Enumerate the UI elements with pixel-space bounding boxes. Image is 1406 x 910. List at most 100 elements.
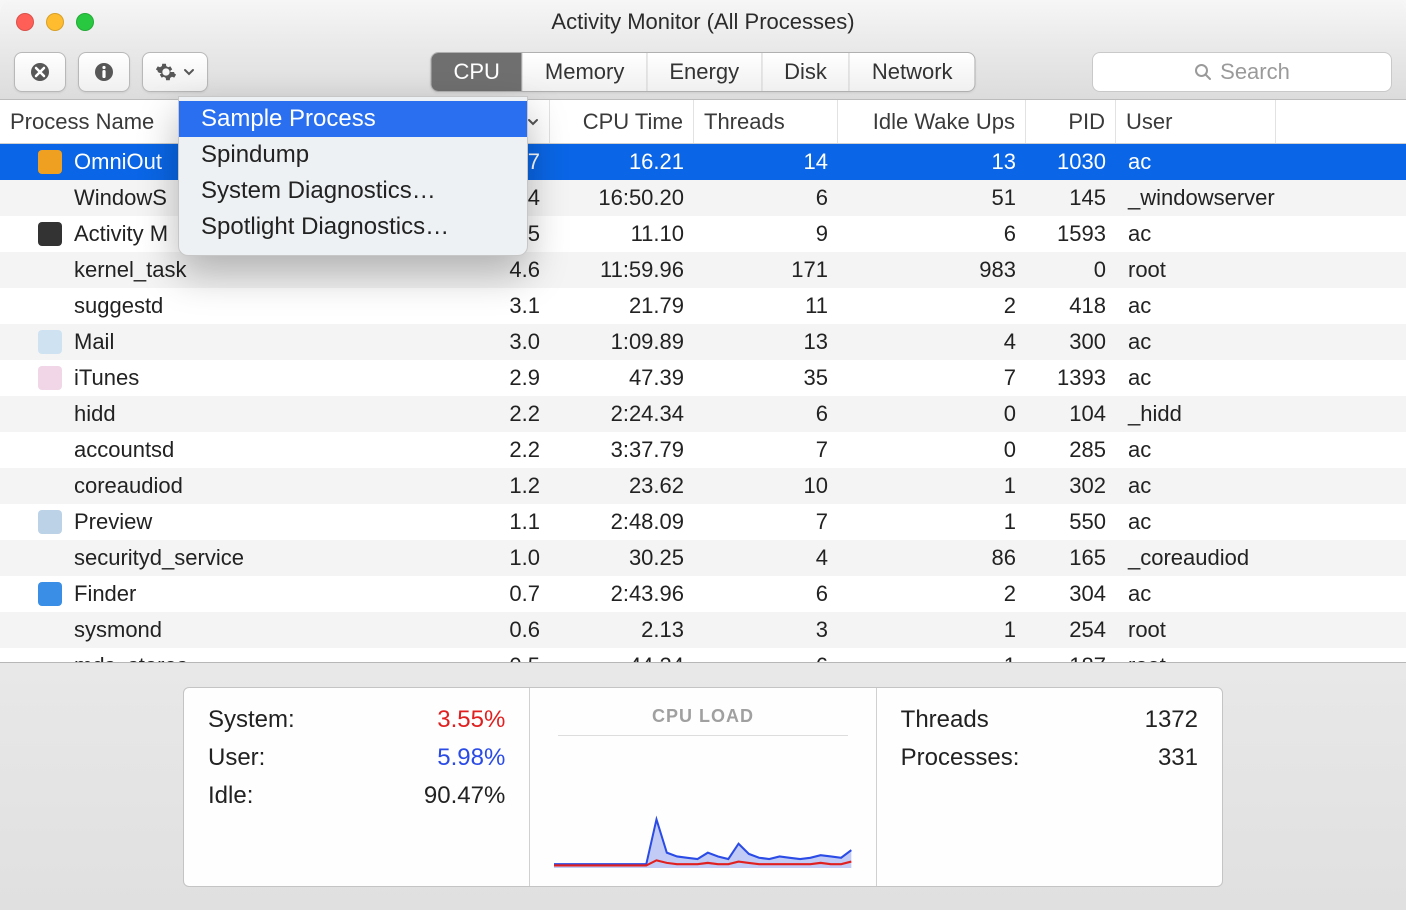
cpu-load-chart <box>554 740 851 868</box>
process-idle-wake-ups: 983 <box>838 257 1026 283</box>
app-icon <box>36 508 64 536</box>
column-user[interactable]: User <box>1116 100 1276 143</box>
chevron-down-icon <box>183 66 195 78</box>
process-user: _windowserver <box>1116 185 1276 211</box>
process-name: suggestd <box>74 293 163 319</box>
table-row[interactable]: coreaudiod1.223.62101302ac <box>0 468 1406 504</box>
search-icon <box>1194 63 1212 81</box>
process-cpu-time: 1:09.89 <box>550 329 694 355</box>
process-name: kernel_task <box>74 257 187 283</box>
process-idle-wake-ups: 6 <box>838 221 1026 247</box>
process-pid: 285 <box>1026 437 1116 463</box>
system-label: System: <box>208 706 375 734</box>
process-threads: 6 <box>694 185 838 211</box>
app-icon <box>36 616 64 644</box>
table-row[interactable]: hidd2.22:24.3460104_hidd <box>0 396 1406 432</box>
process-user: ac <box>1116 437 1276 463</box>
process-cpu-time: 2:24.34 <box>550 401 694 427</box>
process-pid: 0 <box>1026 257 1116 283</box>
gear-menu-button[interactable] <box>142 52 208 92</box>
process-cpu: 4.6 <box>432 257 550 283</box>
process-idle-wake-ups: 7 <box>838 365 1026 391</box>
process-cpu: 0.6 <box>432 617 550 643</box>
idle-label: Idle: <box>208 782 375 810</box>
threads-value: 1372 <box>1068 706 1198 734</box>
process-cpu: 2.9 <box>432 365 550 391</box>
menu-item[interactable]: Sample Process <box>179 101 527 137</box>
process-pid: 300 <box>1026 329 1116 355</box>
process-name: OmniOut <box>74 149 162 175</box>
process-idle-wake-ups: 1 <box>838 473 1026 499</box>
sort-indicator-icon <box>527 116 539 128</box>
process-name: hidd <box>74 401 116 427</box>
process-pid: 1393 <box>1026 365 1116 391</box>
app-icon <box>36 436 64 464</box>
tab-energy[interactable]: Energy <box>647 53 762 91</box>
app-icon <box>36 148 64 176</box>
tab-network[interactable]: Network <box>850 53 975 91</box>
info-icon <box>93 61 115 83</box>
process-pid: 302 <box>1026 473 1116 499</box>
table-row[interactable]: Finder0.72:43.9662304ac <box>0 576 1406 612</box>
app-icon <box>36 292 64 320</box>
process-name: Mail <box>74 329 114 355</box>
app-icon <box>36 220 64 248</box>
table-row[interactable]: Mail3.01:09.89134300ac <box>0 324 1406 360</box>
footer-summary: System: 3.55% User: 5.98% Idle: 90.47% C… <box>0 662 1406 910</box>
process-cpu-time: 2.13 <box>550 617 694 643</box>
menu-item[interactable]: Spotlight Diagnostics… <box>179 209 527 245</box>
table-row[interactable]: kernel_task 4.611:59.961719830root <box>0 252 1406 288</box>
app-icon <box>36 400 64 428</box>
process-pid: 418 <box>1026 293 1116 319</box>
menu-item[interactable]: Spindump <box>179 137 527 173</box>
process-cpu-time: 47.39 <box>550 365 694 391</box>
table-row[interactable]: sysmond0.62.1331254root <box>0 612 1406 648</box>
process-threads: 9 <box>694 221 838 247</box>
tab-disk[interactable]: Disk <box>762 53 850 91</box>
process-name: iTunes <box>74 365 139 391</box>
process-name: WindowS <box>74 185 167 211</box>
process-pid: 165 <box>1026 545 1116 571</box>
process-user: ac <box>1116 473 1276 499</box>
table-row[interactable]: securityd_service1.030.25486165_coreaudi… <box>0 540 1406 576</box>
process-idle-wake-ups: 0 <box>838 437 1026 463</box>
process-threads: 171 <box>694 257 838 283</box>
process-name: sysmond <box>74 617 162 643</box>
app-icon <box>36 184 64 212</box>
gear-icon <box>155 61 177 83</box>
process-pid: 104 <box>1026 401 1116 427</box>
system-value: 3.55% <box>375 706 505 734</box>
table-row[interactable]: accountsd2.23:37.7970285ac <box>0 432 1406 468</box>
process-idle-wake-ups: 1 <box>838 617 1026 643</box>
table-row[interactable]: iTunes2.947.393571393ac <box>0 360 1406 396</box>
processes-value: 331 <box>1068 744 1198 772</box>
app-icon <box>36 472 64 500</box>
toolbar: CPU Memory Energy Disk Network Search <box>0 44 1406 100</box>
menu-item[interactable]: System Diagnostics… <box>179 173 527 209</box>
user-label: User: <box>208 744 375 772</box>
titlebar: Activity Monitor (All Processes) <box>0 0 1406 44</box>
column-cpu-time[interactable]: CPU Time <box>550 100 694 143</box>
process-cpu-time: 2:48.09 <box>550 509 694 535</box>
process-user: ac <box>1116 365 1276 391</box>
cpu-load-chart-panel: CPU LOAD <box>530 688 876 886</box>
tab-cpu[interactable]: CPU <box>431 53 522 91</box>
process-cpu: 1.1 <box>432 509 550 535</box>
search-field[interactable]: Search <box>1092 52 1392 92</box>
table-row[interactable]: Preview1.12:48.0971550ac <box>0 504 1406 540</box>
quit-process-button[interactable] <box>14 52 66 92</box>
process-cpu-time: 11:59.96 <box>550 257 694 283</box>
process-cpu-time: 11.10 <box>550 221 694 247</box>
column-threads[interactable]: Threads <box>694 100 838 143</box>
column-idle-wake-ups[interactable]: Idle Wake Ups <box>838 100 1026 143</box>
tab-memory[interactable]: Memory <box>523 53 647 91</box>
column-pid[interactable]: PID <box>1026 100 1116 143</box>
chart-title: CPU LOAD <box>558 706 847 736</box>
idle-value: 90.47% <box>375 782 505 810</box>
search-placeholder: Search <box>1220 59 1290 85</box>
process-user: root <box>1116 257 1276 283</box>
process-threads: 6 <box>694 581 838 607</box>
inspect-process-button[interactable] <box>78 52 130 92</box>
process-user: ac <box>1116 221 1276 247</box>
table-row[interactable]: suggestd3.121.79112418ac <box>0 288 1406 324</box>
